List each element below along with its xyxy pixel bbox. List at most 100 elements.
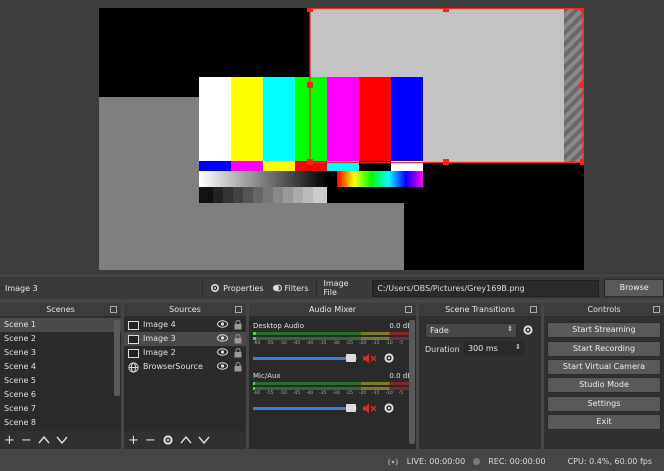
gear-icon[interactable] bbox=[383, 402, 395, 414]
scenes-list[interactable]: Scene 1 Scene 2 Scene 3 Scene 4 Scene 5 … bbox=[0, 318, 121, 431]
globe-icon bbox=[128, 361, 139, 373]
browse-button[interactable]: Browse bbox=[604, 279, 664, 297]
controls-title: Controls bbox=[587, 305, 621, 314]
audio-channel-desktop: Desktop Audio 0.0 dB -60 -55 -50 -45 -40 -35 -3… bbox=[253, 322, 412, 376]
gear-icon[interactable] bbox=[162, 434, 174, 446]
remove-icon[interactable]: − bbox=[21, 433, 32, 448]
eye-icon[interactable] bbox=[217, 347, 228, 357]
mute-icon[interactable] bbox=[363, 353, 377, 364]
add-icon[interactable]: + bbox=[4, 433, 15, 448]
start-recording-button[interactable]: Start Recording bbox=[547, 341, 661, 357]
live-time: LIVE: 00:00:00 bbox=[406, 457, 466, 466]
scenes-scrollbar[interactable] bbox=[114, 320, 120, 396]
selection-box[interactable] bbox=[99, 8, 584, 270]
source-name: Image 3 bbox=[143, 334, 176, 343]
rec-time: REC: 00:00:00 bbox=[488, 457, 546, 466]
lock-icon[interactable] bbox=[234, 334, 242, 344]
volume-slider[interactable] bbox=[253, 353, 357, 362]
start-streaming-button[interactable]: Start Streaming bbox=[547, 322, 661, 338]
move-down-icon[interactable] bbox=[198, 435, 210, 445]
meter-ticks: -60-55-50-45-40-35-30-25-20-15-10-50 bbox=[253, 391, 412, 396]
scenes-title: Scenes bbox=[46, 305, 75, 314]
duration-label: Duration bbox=[425, 345, 460, 354]
move-up-icon[interactable] bbox=[180, 435, 192, 445]
scene-item[interactable]: Scene 5 bbox=[0, 374, 121, 388]
scene-item[interactable]: Scene 7 bbox=[0, 402, 121, 416]
volume-meter bbox=[253, 332, 412, 335]
selected-source-name: Image 3 bbox=[5, 283, 38, 293]
undock-icon[interactable] bbox=[235, 306, 242, 313]
scenes-dock: Scenes Scene 1 Scene 2 Scene 3 Scene 4 S… bbox=[0, 303, 121, 449]
transition-select[interactable]: Fade ⇕ bbox=[425, 323, 517, 338]
image-source-icon bbox=[128, 334, 139, 344]
undock-icon[interactable] bbox=[653, 306, 660, 313]
gear-icon[interactable] bbox=[383, 352, 395, 364]
channel-name: Mic/Aux bbox=[253, 372, 281, 380]
sources-title: Sources bbox=[169, 305, 201, 314]
gear-icon bbox=[211, 283, 220, 293]
lock-icon[interactable] bbox=[234, 348, 242, 358]
transition-selected: Fade bbox=[430, 326, 449, 335]
remove-icon[interactable]: − bbox=[145, 433, 156, 448]
source-name: BrowserSource bbox=[143, 362, 203, 371]
meter-ticks: -60-55-50-45-40-35-30-25-20-15-10-50 bbox=[253, 341, 412, 346]
cpu-fps: CPU: 0.4%, 60.00 fps bbox=[567, 457, 652, 466]
source-item[interactable]: BrowserSource bbox=[124, 360, 246, 374]
studio-mode-button[interactable]: Studio Mode bbox=[547, 377, 661, 393]
start-virtual-camera-button[interactable]: Start Virtual Camera bbox=[547, 359, 661, 375]
channel-name: Desktop Audio bbox=[253, 322, 304, 330]
move-up-icon[interactable] bbox=[38, 435, 50, 445]
audio-mixer-title: Audio Mixer bbox=[308, 305, 357, 314]
scene-item[interactable]: Scene 6 bbox=[0, 388, 121, 402]
record-dot-icon bbox=[473, 458, 481, 465]
preview-area[interactable] bbox=[0, 0, 664, 274]
exit-button[interactable]: Exit bbox=[547, 414, 661, 430]
undock-icon[interactable] bbox=[110, 306, 117, 313]
scene-item[interactable]: Scene 1 bbox=[0, 318, 121, 332]
eye-icon[interactable] bbox=[217, 361, 228, 371]
source-name: Image 2 bbox=[143, 348, 176, 357]
scene-item[interactable]: Scene 8 bbox=[0, 416, 121, 430]
image-file-label: Image File bbox=[323, 279, 349, 297]
audio-mixer-list: Desktop Audio 0.0 dB -60 -55 -50 -45 -40 -35 -3… bbox=[249, 318, 416, 449]
lock-icon[interactable] bbox=[234, 320, 242, 330]
settings-button[interactable]: Settings bbox=[547, 396, 661, 412]
undock-icon[interactable] bbox=[530, 306, 537, 313]
preview-canvas[interactable] bbox=[99, 8, 584, 270]
chevron-updown-icon: ⇕ bbox=[515, 343, 521, 351]
undock-icon[interactable] bbox=[405, 306, 412, 313]
scene-item[interactable]: Scene 3 bbox=[0, 346, 121, 360]
source-item[interactable]: Image 3 bbox=[124, 332, 246, 346]
image-source-icon bbox=[128, 320, 139, 330]
filters-icon bbox=[272, 284, 282, 292]
eye-icon[interactable] bbox=[217, 333, 228, 343]
broadcast-icon bbox=[387, 458, 398, 465]
volume-meter bbox=[253, 382, 412, 385]
source-item[interactable]: Image 2 bbox=[124, 346, 246, 360]
scene-transitions-dock: Scene Transitions Fade ⇕ Duration 300 ms… bbox=[419, 303, 541, 449]
lock-icon[interactable] bbox=[234, 362, 242, 372]
transitions-title: Scene Transitions bbox=[445, 305, 515, 314]
move-down-icon[interactable] bbox=[56, 435, 68, 445]
mute-icon[interactable] bbox=[363, 403, 377, 414]
duration-input[interactable]: 300 ms ⇕ bbox=[463, 341, 525, 356]
scene-item[interactable]: Scene 4 bbox=[0, 360, 121, 374]
source-item[interactable]: Image 4 bbox=[124, 318, 246, 332]
source-toolbar: Image 3 Properties Filters Image File C:… bbox=[0, 277, 664, 299]
gear-icon[interactable] bbox=[522, 324, 534, 336]
volume-meter bbox=[253, 337, 412, 340]
controls-dock: Controls Start Streaming Start Recording… bbox=[544, 303, 664, 449]
add-icon[interactable]: + bbox=[128, 433, 139, 448]
audio-mixer-dock: Audio Mixer Desktop Audio 0.0 dB -60 -55 -5… bbox=[249, 303, 416, 449]
filters-label: Filters bbox=[284, 283, 309, 293]
volume-meter bbox=[253, 387, 412, 390]
sources-list[interactable]: Image 4 Image 3 Image 2 BrowserSource bbox=[124, 318, 246, 431]
chevron-updown-icon: ⇕ bbox=[507, 325, 513, 333]
audio-mixer-scrollbar[interactable] bbox=[409, 320, 415, 444]
image-file-path-field[interactable]: C:/Users/OBS/Pictures/Grey169B.png bbox=[372, 279, 600, 297]
scene-item[interactable]: Scene 2 bbox=[0, 332, 121, 346]
eye-icon[interactable] bbox=[217, 319, 228, 329]
filters-button[interactable]: Filters bbox=[268, 283, 313, 293]
volume-slider[interactable] bbox=[253, 403, 357, 412]
properties-button[interactable]: Properties bbox=[206, 283, 267, 293]
